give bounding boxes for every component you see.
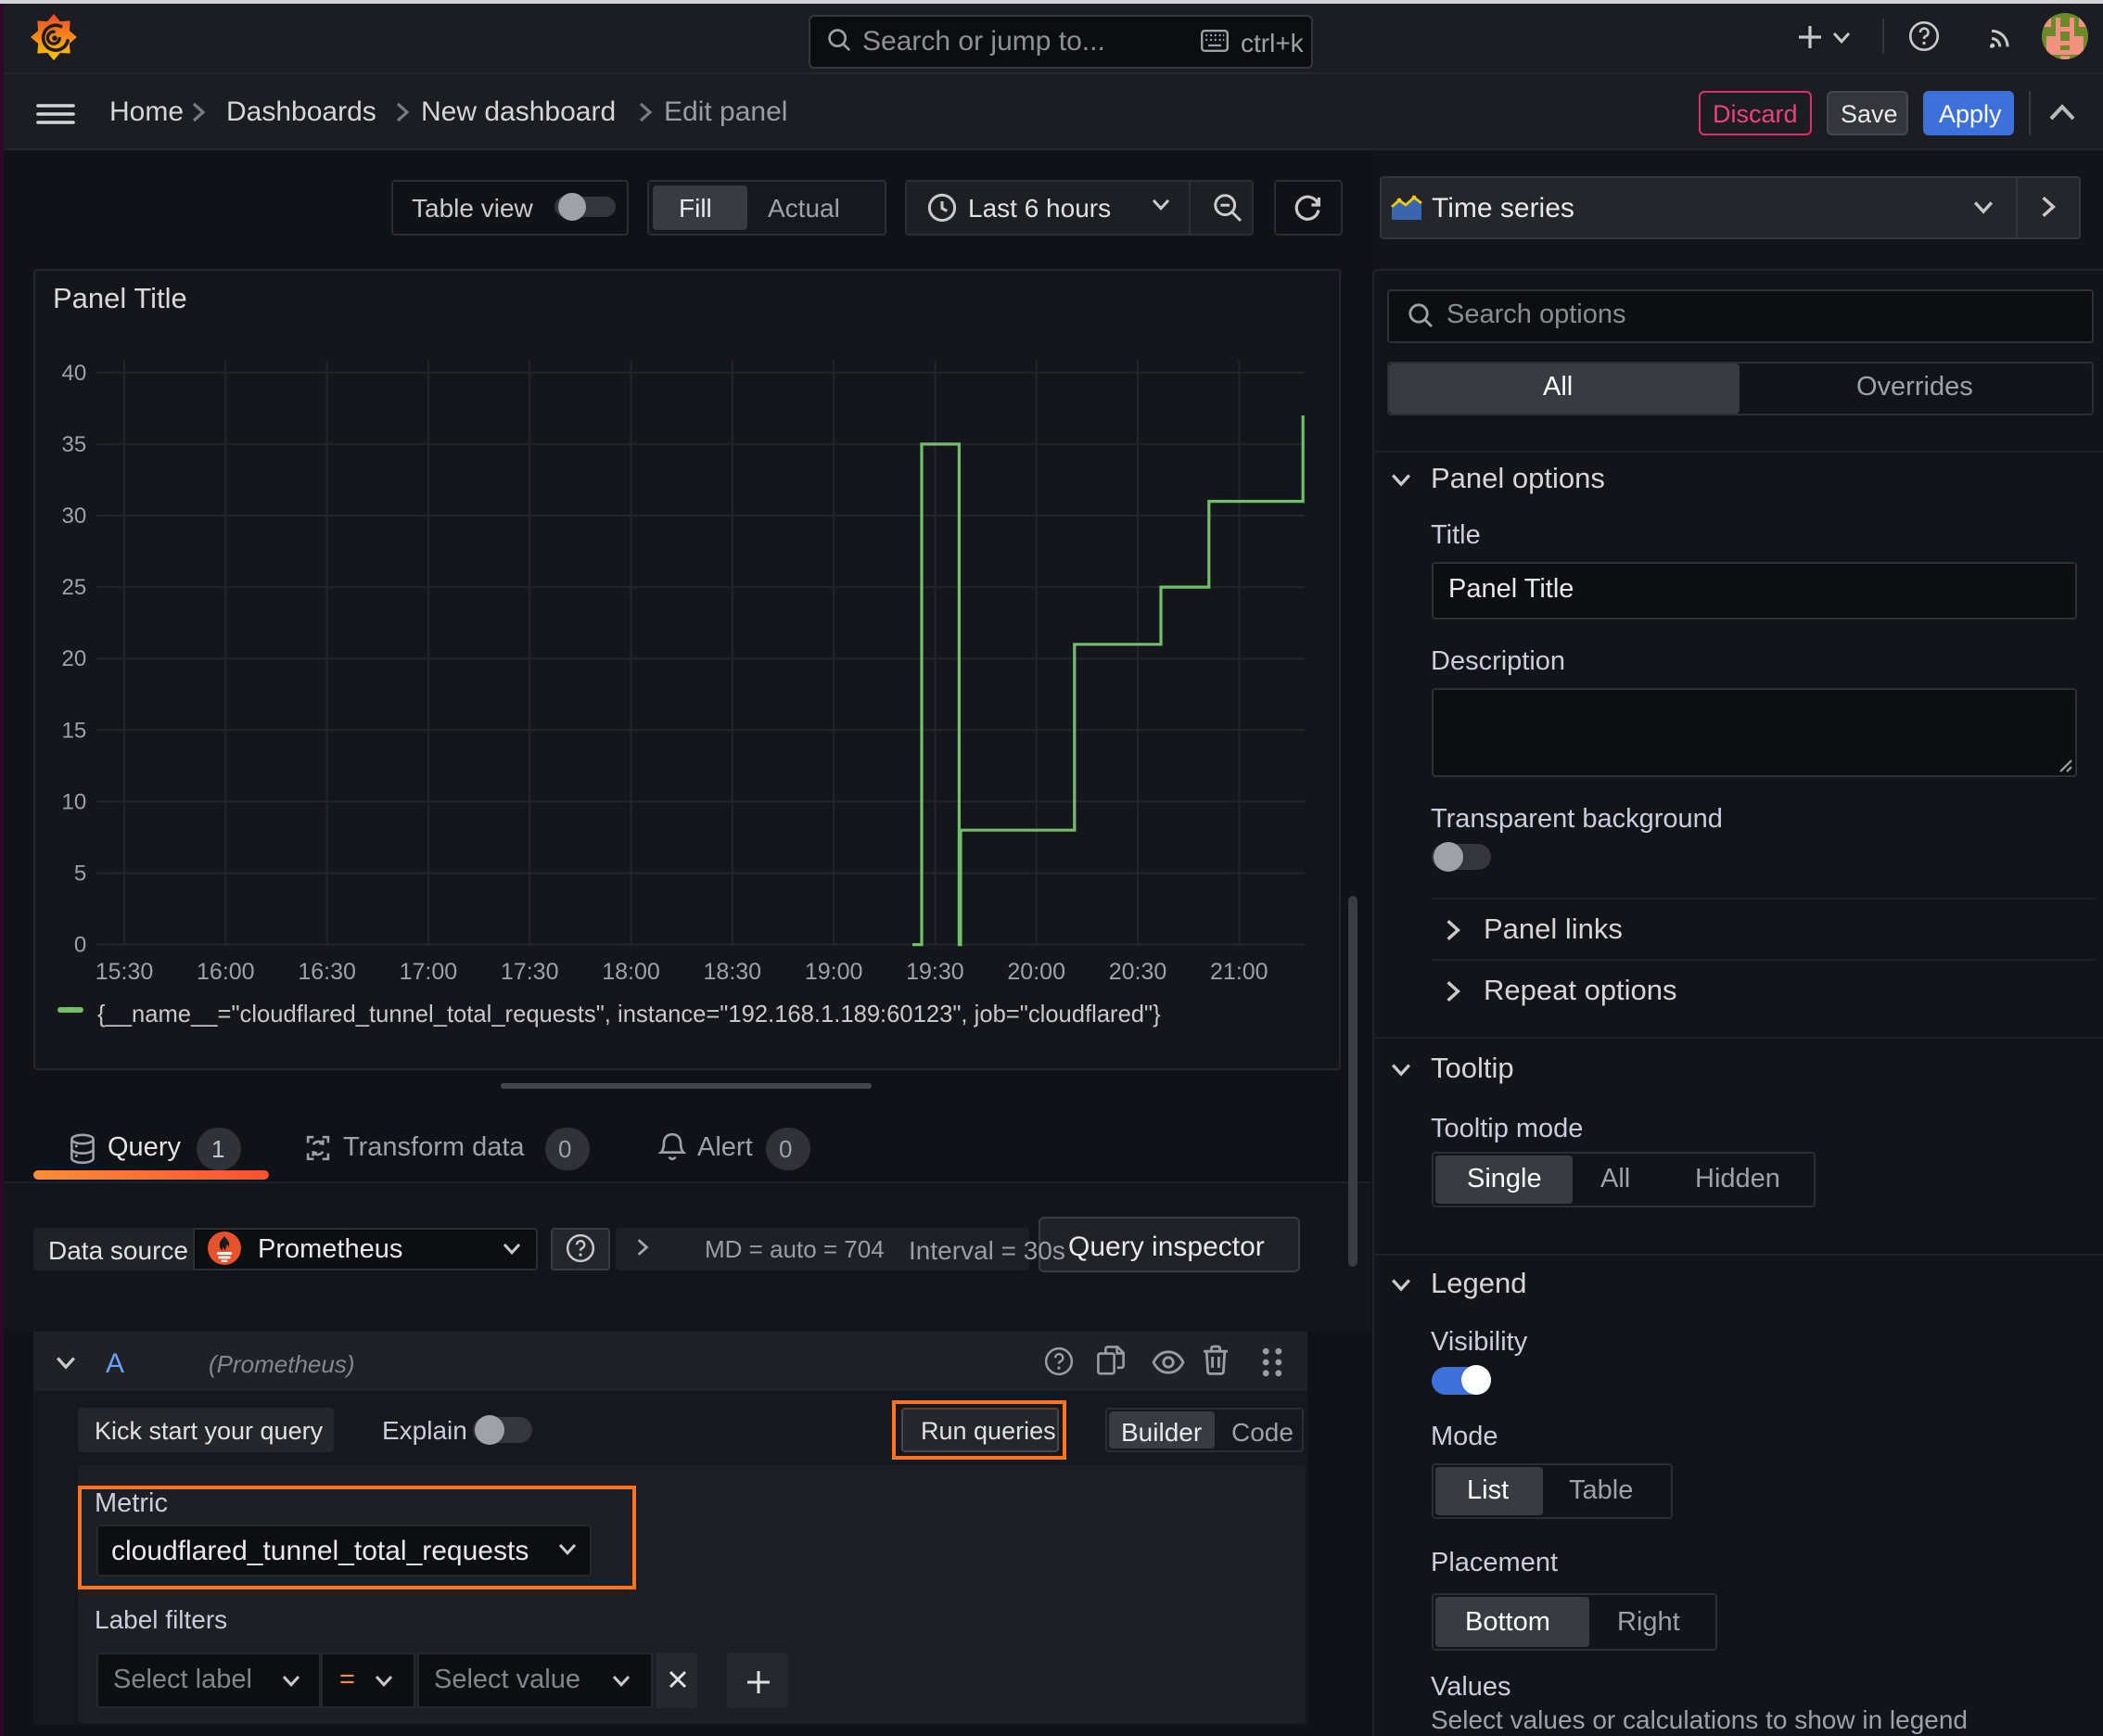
svg-text:18:00: 18:00 [602, 959, 660, 985]
svg-text:15:30: 15:30 [96, 959, 154, 985]
svg-text:25: 25 [61, 575, 86, 600]
svg-text:20:00: 20:00 [1007, 959, 1065, 985]
svg-text:10: 10 [61, 789, 86, 814]
svg-text:19:00: 19:00 [805, 959, 863, 985]
svg-text:16:30: 16:30 [298, 959, 356, 985]
svg-text:17:00: 17:00 [400, 959, 458, 985]
svg-text:21:00: 21:00 [1210, 959, 1268, 985]
svg-text:35: 35 [61, 432, 86, 457]
svg-text:40: 40 [61, 361, 86, 386]
svg-text:18:30: 18:30 [704, 959, 762, 985]
svg-text:16:00: 16:00 [197, 959, 255, 985]
svg-text:30: 30 [61, 504, 86, 529]
svg-text:5: 5 [74, 862, 86, 887]
svg-text:17:30: 17:30 [501, 959, 559, 985]
svg-text:20: 20 [61, 646, 86, 671]
svg-text:20:30: 20:30 [1109, 959, 1167, 985]
svg-text:19:30: 19:30 [906, 959, 964, 985]
svg-text:0: 0 [74, 933, 86, 958]
svg-text:15: 15 [61, 718, 86, 743]
